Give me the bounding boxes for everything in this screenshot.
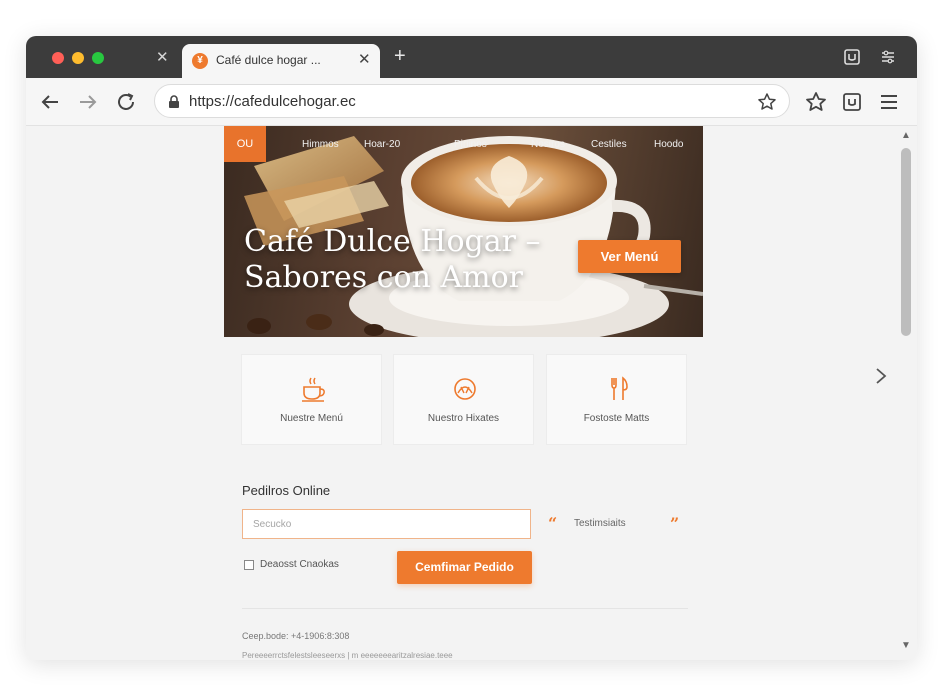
tab-strip: ✕ ¥ Café dulce hogar ... ✕ +: [26, 36, 917, 78]
pocket-icon[interactable]: [843, 48, 861, 66]
view-menu-button[interactable]: Ver Menú: [578, 240, 681, 273]
footer-links: Pereeeerrctsfelestsleeseerxs | m eeeeeee…: [242, 651, 453, 660]
coffee-cup-icon: [302, 377, 325, 402]
nav-link-1[interactable]: Himmos: [302, 139, 339, 150]
bookmark-star-icon[interactable]: [757, 92, 777, 112]
scroll-down-icon[interactable]: ▼: [901, 640, 911, 651]
menu-icon[interactable]: [877, 90, 901, 114]
new-tab-button[interactable]: +: [394, 45, 406, 67]
bookmarks-icon[interactable]: [804, 90, 828, 114]
feature-card-label: Fostoste Matts: [583, 413, 650, 424]
browser-window: ✕ ¥ Café dulce hogar ... ✕ + https://caf…: [26, 36, 917, 660]
footer-divider: [242, 608, 688, 609]
scrollbar-thumb[interactable]: [901, 148, 911, 336]
forward-icon[interactable]: [76, 90, 100, 114]
checkbox-label: Deaosst Cnaokas: [260, 559, 339, 570]
inactive-tab-close-icon[interactable]: ✕: [156, 48, 169, 66]
tab-list-icon[interactable]: [879, 48, 897, 66]
open-quote-icon: “: [548, 514, 558, 533]
chevron-right-icon[interactable]: [874, 366, 888, 386]
feature-card-label: Nuestro Hixates: [427, 413, 500, 424]
close-window-button[interactable]: [52, 52, 64, 64]
nav-link-5[interactable]: Cestiles: [591, 139, 627, 150]
active-tab[interactable]: ¥ Café dulce hogar ... ✕: [182, 44, 380, 78]
feature-card-pastries[interactable]: Nuestro Hixates: [393, 354, 534, 445]
testimonials-label: Testimsiaits: [574, 518, 626, 529]
hero-title: Café Dulce Hogar – Sabores con Amor: [244, 224, 541, 295]
nav-link-6[interactable]: Hoodo: [654, 139, 683, 150]
maximize-window-button[interactable]: [92, 52, 104, 64]
confirm-order-button[interactable]: Cemfimar Pedido: [397, 551, 532, 584]
close-quote-icon: ”: [670, 514, 680, 533]
pocket-toolbar-icon[interactable]: [840, 90, 864, 114]
reload-icon[interactable]: [114, 90, 138, 114]
vertical-scrollbar[interactable]: ▲ ▼: [899, 130, 913, 651]
footer-contact: Ceep.bode: +4-1906:8:308: [242, 631, 350, 641]
nav-link-4[interactable]: Nosiros: [531, 139, 565, 150]
feature-card-menu[interactable]: Nuestre Menú: [241, 354, 382, 445]
order-section-title: Pedilros Online: [242, 483, 331, 498]
browser-toolbar: https://cafedulcehogar.ec: [26, 78, 917, 126]
page-viewport: OU Himmos Hoar-20 Piriinos Nosiros Cesti…: [26, 126, 917, 660]
webpage: OU Himmos Hoar-20 Piriinos Nosiros Cesti…: [224, 126, 703, 660]
order-checkbox[interactable]: [244, 560, 254, 570]
order-input[interactable]: [242, 509, 531, 539]
url-text: https://cafedulcehogar.ec: [189, 93, 356, 110]
utensils-icon: [611, 376, 628, 400]
feature-card-meals[interactable]: Fostoste Matts: [546, 354, 687, 445]
tab-favicon-icon: ¥: [192, 53, 208, 69]
site-logo[interactable]: OU: [224, 126, 266, 162]
back-icon[interactable]: [38, 90, 62, 114]
nav-link-3[interactable]: Piriinos: [454, 139, 487, 150]
hero-banner: OU Himmos Hoar-20 Piriinos Nosiros Cesti…: [224, 126, 703, 337]
address-bar[interactable]: https://cafedulcehogar.ec: [154, 84, 790, 118]
croissant-icon: [454, 378, 476, 400]
nav-link-2[interactable]: Hoar-20: [364, 139, 400, 150]
scroll-up-icon[interactable]: ▲: [901, 130, 911, 141]
lock-icon: [169, 95, 179, 108]
tab-close-icon[interactable]: ✕: [358, 50, 371, 68]
feature-card-label: Nuestre Menú: [280, 413, 343, 424]
tab-title: Café dulce hogar ...: [216, 53, 321, 67]
minimize-window-button[interactable]: [72, 52, 84, 64]
